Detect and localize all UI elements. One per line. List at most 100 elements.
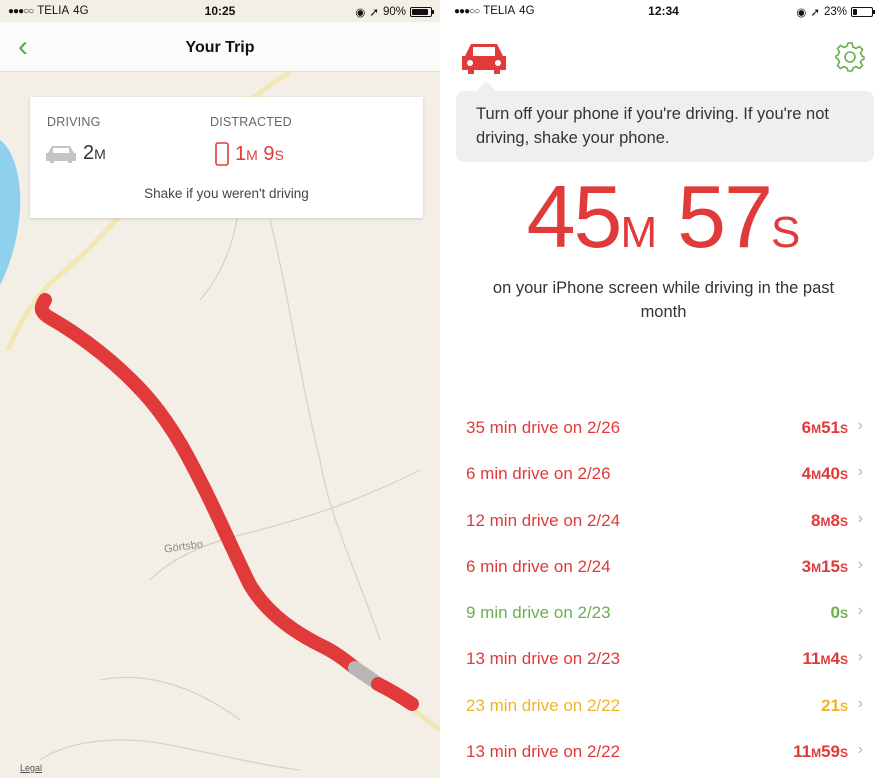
summary-screen: ●●●○○ TELIA 4G 12:34 ◉ ➚ 23% Turn off yo… [446,0,881,778]
drive-seconds: 0 [830,603,840,623]
total-screen-time: 45M 57S [446,172,881,288]
distracted-seconds: 9 [257,142,275,165]
distracted-minutes-unit: M [246,146,258,163]
battery-percent: 23% [823,6,847,18]
driving-minutes: 2 [83,142,95,164]
alarm-icon: ◉ [796,7,807,19]
gear-icon [835,42,865,72]
drive-distracted-time: 11M59S [793,742,848,762]
drive-label: 9 min drive on 2/23 [466,603,611,623]
drive-distracted-time: 11M4S [803,649,848,669]
drive-seconds: 51 [821,418,840,437]
car-icon [462,44,506,74]
drive-minutes-unit: M [811,746,822,761]
distracted-label: DISTRACTED [210,115,292,129]
drive-row[interactable]: 6 min drive on 2/26 4M40S › [446,452,881,498]
drive-minutes-unit: M [811,422,822,436]
chevron-right-icon: › [857,741,863,759]
page-title: Your Trip [185,39,255,56]
drive-seconds: 8 [830,510,840,530]
battery-icon [851,7,875,17]
total-minutes: 45 [526,167,623,266]
drive-seconds-unit: S [839,514,848,529]
total-seconds-unit: S [771,208,801,257]
drive-seconds: 59 [821,742,840,762]
drive-row[interactable]: 6 min drive on 2/24 3M15S › [446,545,881,591]
driving-value: 2M [45,142,106,165]
drive-label: 12 min drive on 2/24 [466,510,621,530]
location-arrow-icon: ➚ [369,7,379,19]
total-minutes-unit: M [620,208,658,257]
drive-seconds: 4 [830,649,840,669]
drive-seconds-unit: S [839,653,848,668]
drive-seconds-unit: S [839,699,848,714]
battery-level [412,9,428,15]
tip-bubble: Turn off your phone if you're driving. I… [456,81,874,162]
drive-seconds: 21 [821,695,840,715]
chevron-right-icon: › [857,602,863,620]
drive-list: 35 min drive on 2/26 6M51S › 6 min drive on… [446,406,881,776]
drive-distracted-time: 8M8S [811,511,848,531]
drive-seconds-unit: S [839,468,848,483]
drive-seconds-unit: S [839,607,848,622]
driving-label: DRIVING [47,115,101,129]
drive-minutes: 3 [801,556,812,576]
drive-row[interactable]: 23 min drive on 2/22 21S › [446,684,881,730]
trip-screen: ●●●○○ TELIA 4G 10:25 ◉ ➚ 90% ‹ Your Trip… [0,0,440,778]
drive-minutes: 11 [793,742,812,762]
drive-minutes-unit: M [820,514,831,529]
trip-summary-card: DRIVING DISTRACTED 2M 1M 9S Shake if you… [30,97,423,218]
drive-row[interactable]: 13 min drive on 2/23 11M4S › [446,637,881,683]
total-subtitle: on your iPhone screen while driving in t… [492,279,835,321]
drive-minutes: 8 [811,510,821,530]
drive-label: 35 min drive on 2/26 [466,418,621,437]
drive-minutes: 11 [802,649,821,669]
drive-seconds: 15 [821,556,840,576]
phone-icon [215,142,229,166]
settings-button[interactable] [834,41,866,78]
drive-distracted-time: 21S [821,696,848,716]
alarm-icon: ◉ [355,7,366,19]
drive-label: 6 min drive on 2/24 [466,556,611,576]
tip-text: Turn off your phone if you're driving. I… [476,105,829,147]
battery-percent: 90% [382,6,406,18]
drive-minutes-unit: M [820,653,831,668]
drive-minutes-unit: M [811,468,822,483]
battery-icon [410,7,434,17]
drive-row[interactable]: 9 min drive on 2/23 0S › [446,591,881,637]
distracted-seconds-unit: S [274,146,284,163]
drive-seconds-unit: S [839,560,848,575]
chevron-right-icon: › [857,555,863,573]
drive-row[interactable]: 35 min drive on 2/26 6M51S › [446,406,881,452]
chevron-right-icon: › [857,509,863,527]
drive-minutes: 6 [801,418,812,437]
drive-seconds: 40 [821,464,840,484]
drive-distracted-time: 0S [831,603,848,623]
drive-distracted-time: 3M15S [802,557,848,577]
drive-distracted-time: 4M40S [802,464,848,484]
distracted-value: 1M 9S [215,142,284,166]
car-button[interactable] [461,40,507,81]
driving-minutes-unit: M [94,146,106,162]
status-bar: ●●●○○ TELIA 4G 12:34 ◉ ➚ 23% [446,0,881,22]
drive-minutes: 4 [801,464,812,484]
drive-label: 13 min drive on 2/23 [466,649,621,669]
drive-minutes-unit: M [811,560,822,575]
drive-row[interactable]: 12 min drive on 2/24 8M8S › [446,499,881,545]
drive-row[interactable]: 13 min drive on 2/22 11M59S › [446,730,881,776]
chevron-right-icon: › [857,463,863,481]
chevron-right-icon: › [857,648,863,666]
total-seconds: 57 [677,167,773,266]
status-bar: ●●●○○ TELIA 4G 10:25 ◉ ➚ 90% [0,0,440,22]
nav-bar: ‹ Your Trip [0,22,440,72]
drive-distracted-time: 6M51S [802,418,848,438]
drive-label: 13 min drive on 2/22 [466,742,621,762]
location-arrow-icon: ➚ [810,7,820,19]
shake-note: Shake if you weren't driving [144,186,309,201]
drive-seconds-unit: S [839,422,848,436]
battery-level [853,9,857,15]
drive-label: 6 min drive on 2/26 [466,464,611,484]
drive-seconds-unit: S [839,746,848,761]
legal-link[interactable]: Legal [20,763,42,773]
chevron-right-icon: › [857,694,863,712]
